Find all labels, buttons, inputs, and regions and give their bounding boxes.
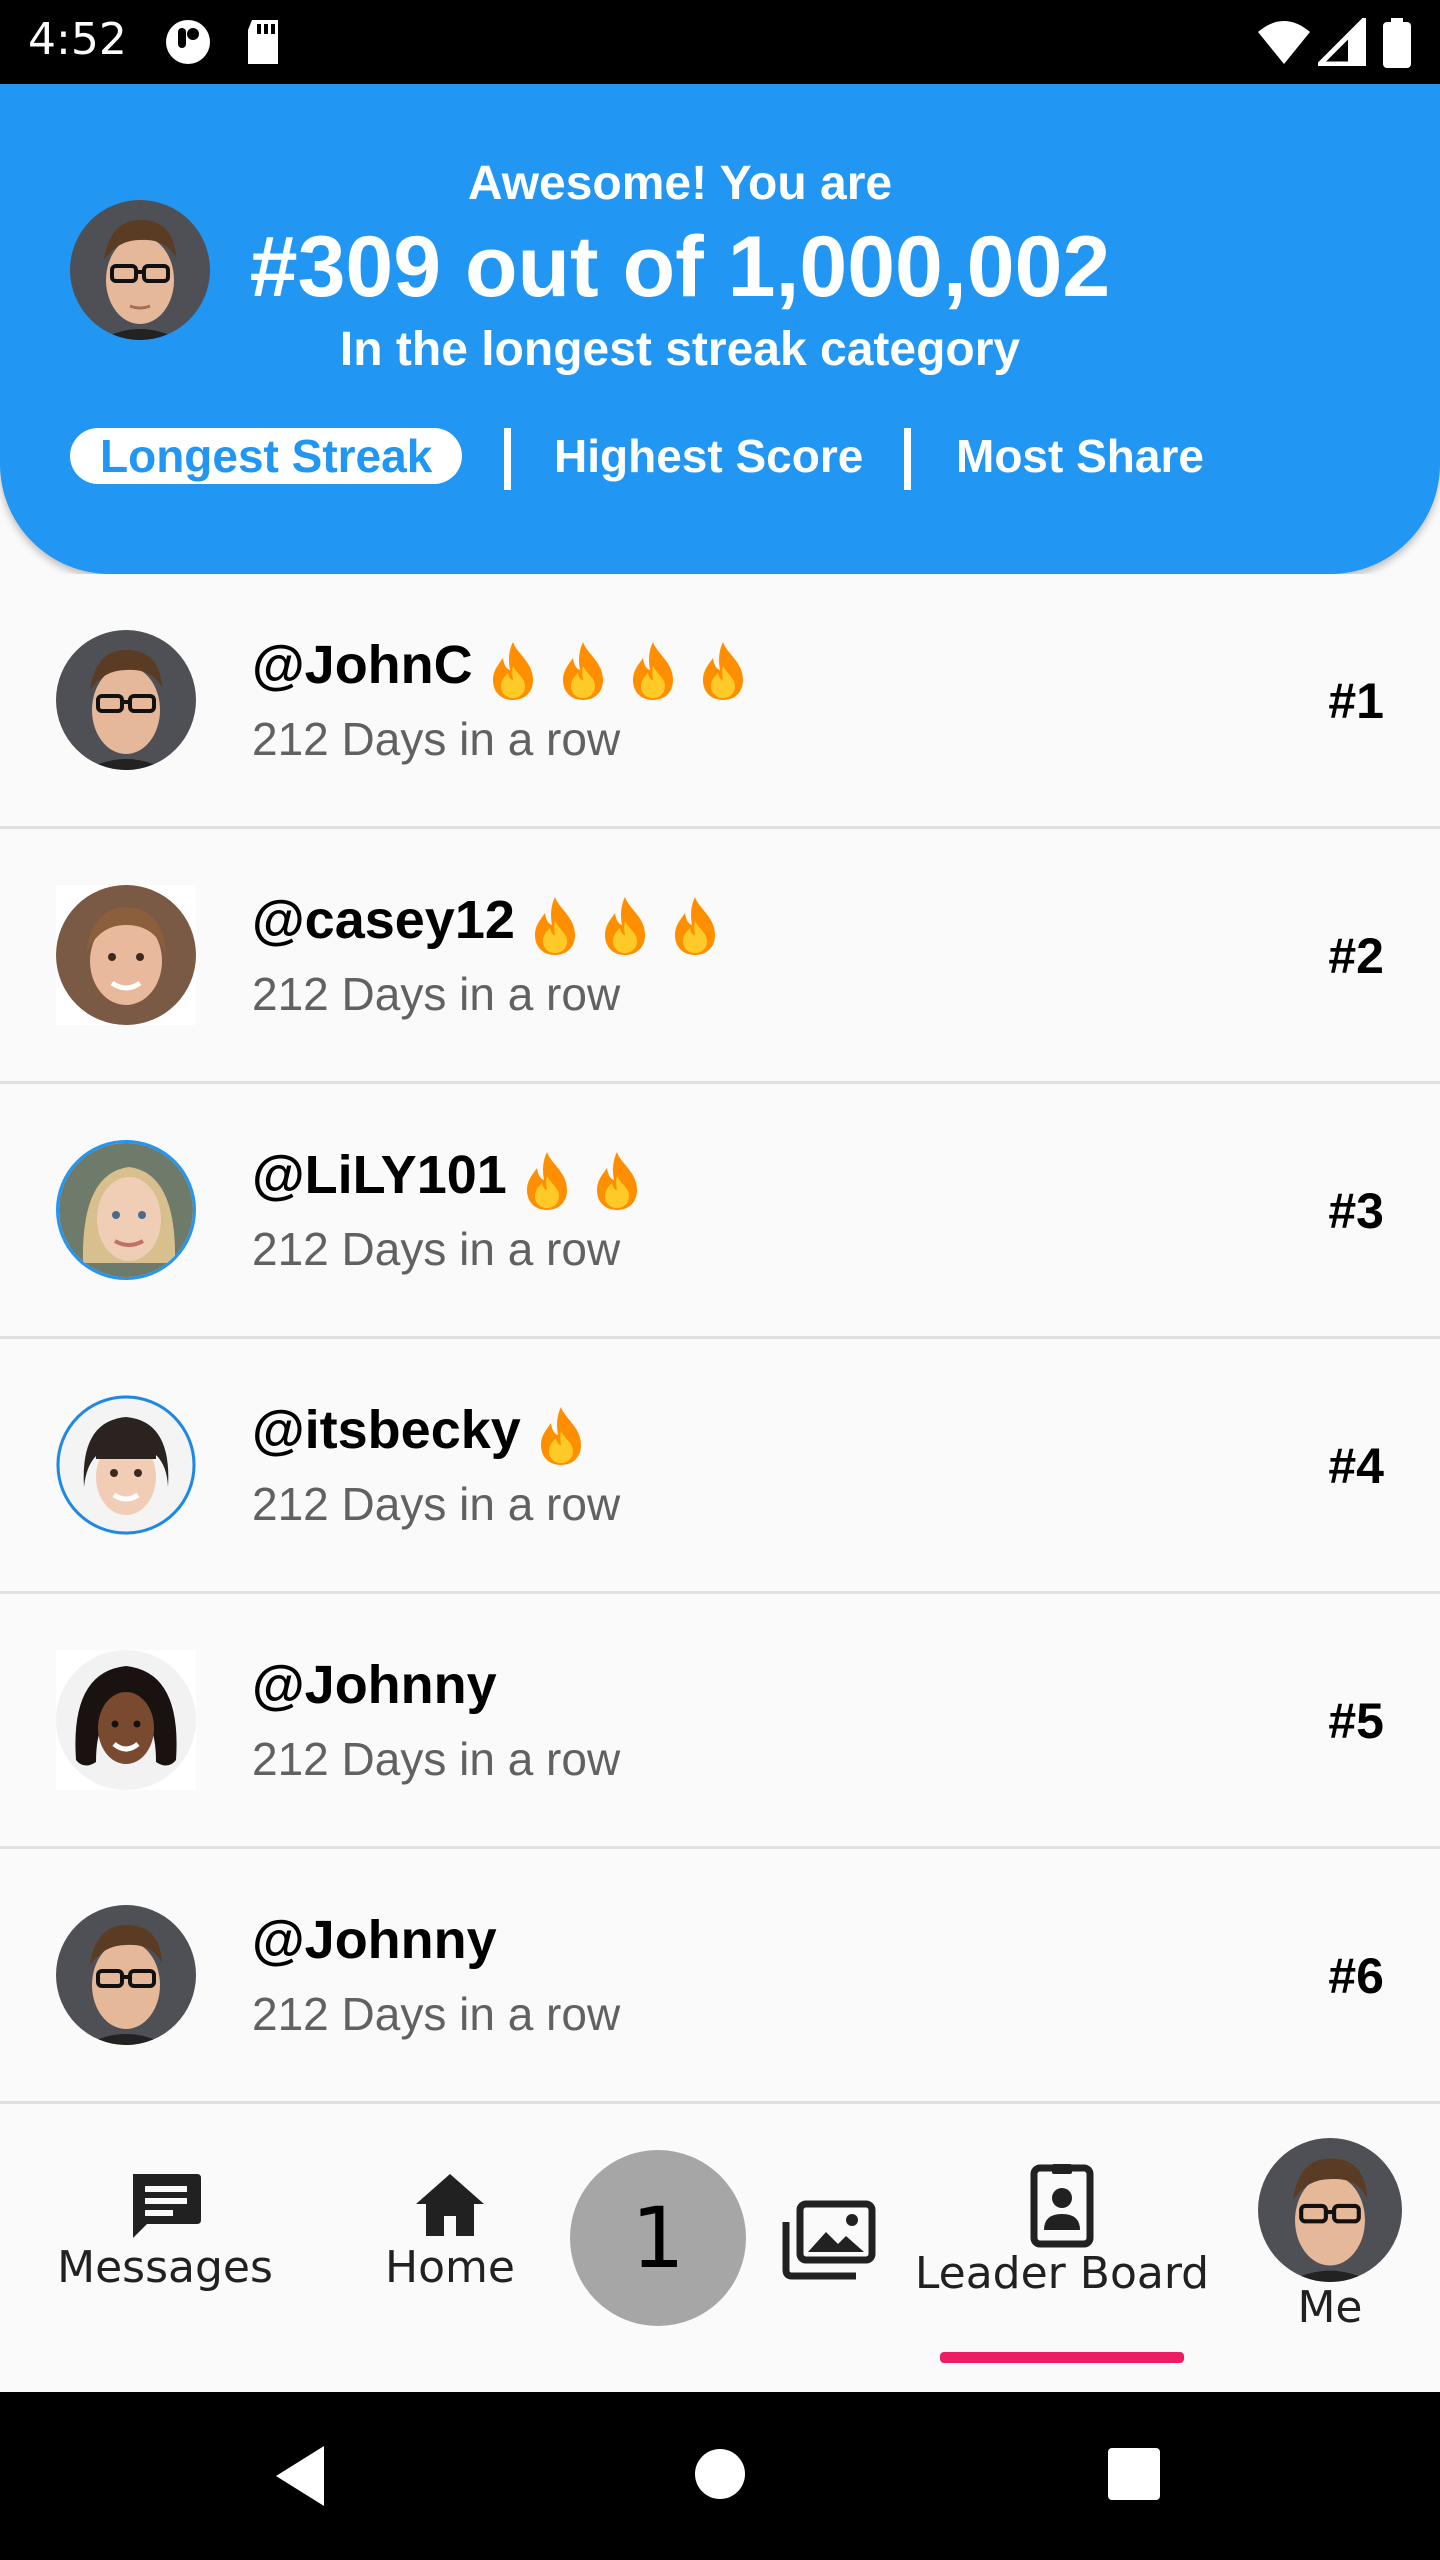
avatar[interactable] xyxy=(56,885,196,1025)
username: @casey12 xyxy=(252,889,739,957)
center-count-button[interactable]: 1 xyxy=(570,2150,746,2326)
username: @Johnny xyxy=(252,1910,497,1970)
man-glasses-avatar-icon xyxy=(56,630,196,770)
home-icon xyxy=(416,2174,484,2236)
flame-icon xyxy=(599,895,651,957)
rank-number: #1 xyxy=(1328,673,1384,729)
man-glasses-avatar-icon xyxy=(1258,2138,1402,2282)
rank-number: #3 xyxy=(1328,1183,1384,1239)
streak-subtitle: 212 Days in a row xyxy=(252,1733,621,1785)
badge-icon xyxy=(1030,2164,1094,2248)
woman-blonde-avatar-icon xyxy=(59,1143,193,1277)
streak-flames xyxy=(535,1401,605,1467)
flame-icon xyxy=(521,1150,573,1212)
streak-subtitle: 212 Days in a row xyxy=(252,968,621,1020)
nav-messages-label: Messages xyxy=(57,2242,273,2293)
flame-icon xyxy=(487,640,539,702)
username: @itsbecky xyxy=(252,1399,605,1467)
rank-category: In the longest streak category xyxy=(339,323,1021,376)
message-icon xyxy=(133,2174,201,2238)
status-bar: 4:52 xyxy=(0,0,1440,84)
rank-position: #309 out of 1,000,002 xyxy=(249,219,1111,315)
username-text: @casey12 xyxy=(252,890,515,950)
man-glasses-avatar-icon xyxy=(56,1905,196,2045)
back-icon[interactable] xyxy=(272,2444,328,2508)
app-notification-icon xyxy=(166,20,210,64)
rank-header: Awesome! You are #309 out of 1,000,002 I… xyxy=(0,84,1440,574)
rank-number: #5 xyxy=(1328,1693,1384,1749)
woman-curly-avatar-icon xyxy=(56,1650,196,1790)
avatar[interactable] xyxy=(56,630,196,770)
rank-number: #6 xyxy=(1328,1948,1384,2004)
flame-icon xyxy=(627,640,679,702)
rank-intro: Awesome! You are xyxy=(467,157,893,210)
nav-messages[interactable]: Messages xyxy=(40,2170,290,2293)
username-text: @JohnC xyxy=(252,635,473,695)
streak-subtitle: 212 Days in a row xyxy=(252,713,621,765)
home-circle-icon[interactable] xyxy=(694,2448,746,2500)
list-item[interactable]: @Johnny 212 Days in a row #5 xyxy=(0,1594,1440,1849)
streak-flames xyxy=(521,1146,661,1212)
signal-icon xyxy=(1318,18,1366,66)
active-tab-indicator xyxy=(940,2352,1184,2363)
nav-gallery[interactable] xyxy=(778,2200,878,2280)
username: @JohnC xyxy=(252,634,767,702)
list-item[interactable]: @JohnC 212 Days in a row #1 xyxy=(0,574,1440,829)
nav-leader-board[interactable]: Leader Board xyxy=(910,2164,1214,2299)
avatar[interactable] xyxy=(56,1395,196,1535)
flame-icon xyxy=(535,1405,587,1467)
nav-home-label: Home xyxy=(385,2242,515,2293)
streak-flames xyxy=(529,891,739,957)
status-time: 4:52 xyxy=(28,14,127,65)
avatar[interactable] xyxy=(56,1905,196,2045)
list-item[interactable]: @LiLY101 212 Days in a row #3 xyxy=(0,1084,1440,1339)
flame-icon xyxy=(529,895,581,957)
nav-leader-board-label: Leader Board xyxy=(914,2248,1210,2299)
username: @LiLY101 xyxy=(252,1144,661,1212)
avatar[interactable] xyxy=(56,1140,196,1280)
rank-number: #2 xyxy=(1328,928,1384,984)
flame-icon xyxy=(697,640,749,702)
tab-most-share[interactable]: Most Share xyxy=(956,428,1204,484)
system-navigation-bar xyxy=(0,2392,1440,2560)
username-text: @itsbecky xyxy=(252,1400,521,1460)
bottom-navigation: Messages Home 1 Leader Board Me xyxy=(0,2106,1440,2392)
wifi-icon xyxy=(1258,21,1310,64)
streak-subtitle: 212 Days in a row xyxy=(252,1478,621,1530)
nav-me-label: Me xyxy=(1297,2282,1363,2333)
username-text: @LiLY101 xyxy=(252,1145,507,1205)
photo-library-icon xyxy=(782,2200,876,2280)
tab-divider xyxy=(904,428,911,490)
tab-longest-streak[interactable]: Longest Streak xyxy=(70,428,463,484)
sd-card-icon xyxy=(248,20,278,64)
list-item[interactable]: @Johnny 212 Days in a row #6 xyxy=(0,1849,1440,2104)
list-item[interactable]: @casey12 212 Days in a row #2 xyxy=(0,829,1440,1084)
list-item[interactable]: @itsbecky 212 Days in a row #4 xyxy=(0,1339,1440,1594)
woman-bangs-avatar-icon xyxy=(56,1395,196,1535)
woman-avatar-icon xyxy=(56,885,196,1025)
username: @Johnny xyxy=(252,1655,497,1715)
streak-subtitle: 212 Days in a row xyxy=(252,1223,621,1275)
nav-me[interactable]: Me xyxy=(1250,2138,1410,2333)
battery-icon xyxy=(1383,18,1411,68)
avatar[interactable] xyxy=(56,1650,196,1790)
tab-divider xyxy=(504,428,511,490)
tab-highest-score[interactable]: Highest Score xyxy=(554,428,863,484)
streak-subtitle: 212 Days in a row xyxy=(252,1988,621,2040)
flame-icon xyxy=(557,640,609,702)
recents-icon[interactable] xyxy=(1108,2448,1160,2500)
nav-home[interactable]: Home xyxy=(360,2170,540,2293)
flame-icon xyxy=(591,1150,643,1212)
rank-number: #4 xyxy=(1328,1438,1384,1494)
flame-icon xyxy=(669,895,721,957)
streak-flames xyxy=(487,636,767,702)
avatar xyxy=(1258,2138,1402,2282)
